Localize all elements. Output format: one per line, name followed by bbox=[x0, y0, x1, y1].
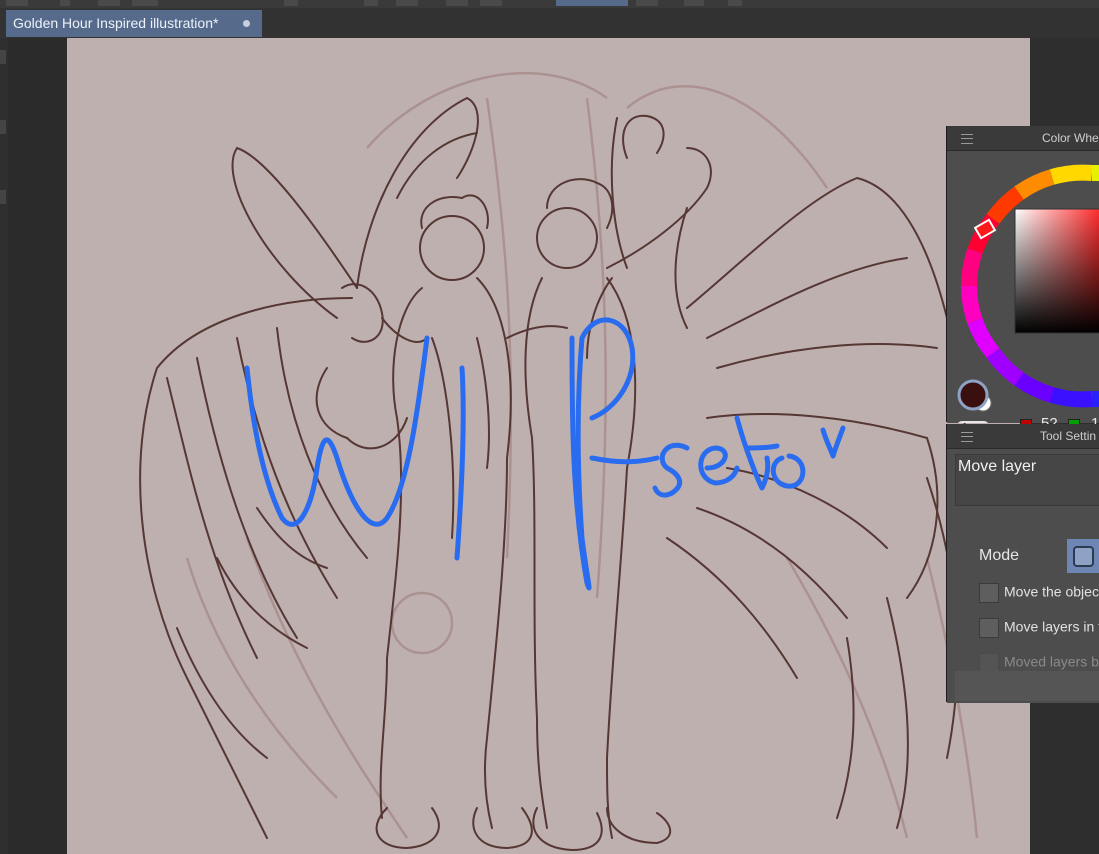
color-wheel-panel-title: Color Whe bbox=[1042, 131, 1099, 145]
toolbar-button[interactable] bbox=[636, 0, 658, 6]
tool-settings-body: Move layer Mode Move the object Move lay… bbox=[947, 449, 1099, 703]
toolbar-button[interactable] bbox=[364, 0, 378, 6]
strip-handle[interactable] bbox=[0, 50, 6, 64]
toolbar-button[interactable] bbox=[396, 0, 418, 6]
mode-button[interactable] bbox=[1067, 539, 1099, 573]
left-tool-strip bbox=[0, 38, 8, 854]
toolbar-button[interactable] bbox=[446, 0, 468, 6]
mode-label: Mode bbox=[979, 547, 1020, 564]
toolbar-button-active[interactable] bbox=[556, 0, 628, 6]
option-label: Move the object bbox=[1004, 583, 1099, 600]
wip-overlay bbox=[244, 317, 846, 591]
checkbox bbox=[979, 653, 999, 673]
tool-settings-panel-title: Tool Settin bbox=[1040, 429, 1097, 443]
color-wheel-panel-header[interactable]: Color Whe bbox=[947, 126, 1099, 151]
option-moved-layers: Moved layers be bbox=[979, 653, 1099, 673]
toolbar-button[interactable] bbox=[684, 0, 704, 6]
option-label: Moved layers be bbox=[1004, 653, 1099, 670]
unsaved-indicator-icon[interactable] bbox=[243, 20, 250, 27]
toolbar-button[interactable] bbox=[480, 0, 502, 6]
sketch-artwork bbox=[139, 71, 979, 852]
toolbar-button[interactable] bbox=[728, 0, 742, 6]
tool-settings-panel-header[interactable]: Tool Settin bbox=[947, 424, 1099, 449]
toolbar-button[interactable] bbox=[6, 0, 28, 6]
option-move-layers[interactable]: Move layers in th bbox=[979, 618, 1099, 638]
tool-name: Move layer bbox=[955, 454, 1099, 506]
drawing-canvas[interactable] bbox=[67, 38, 1030, 854]
color-wheel-panel: Color Whe bbox=[946, 126, 1099, 432]
toolbar-button[interactable] bbox=[60, 0, 70, 6]
toolbar-button[interactable] bbox=[284, 0, 298, 6]
option-move-object[interactable]: Move the object bbox=[979, 583, 1099, 603]
panel-footer bbox=[955, 671, 1099, 701]
color-wheel-graphic[interactable] bbox=[947, 151, 1099, 423]
option-label: Move layers in th bbox=[1004, 618, 1099, 635]
toolbar-button[interactable] bbox=[98, 0, 120, 6]
panel-menu-icon[interactable] bbox=[961, 134, 973, 144]
toolbar-button[interactable] bbox=[132, 0, 158, 6]
tab-bar: Golden Hour Inspired illustration* bbox=[0, 8, 1099, 38]
strip-handle[interactable] bbox=[0, 190, 6, 204]
tool-settings-panel: Tool Settin Move layer Mode Move the obj… bbox=[946, 424, 1099, 703]
strip-handle[interactable] bbox=[0, 120, 6, 134]
color-wheel-body: 52 1 bbox=[947, 151, 1099, 432]
document-tab[interactable]: Golden Hour Inspired illustration* bbox=[6, 10, 262, 37]
checkbox[interactable] bbox=[979, 583, 999, 603]
checkbox[interactable] bbox=[979, 618, 999, 638]
panel-menu-icon[interactable] bbox=[961, 432, 973, 442]
document-tab-title: Golden Hour Inspired illustration* bbox=[13, 15, 219, 31]
